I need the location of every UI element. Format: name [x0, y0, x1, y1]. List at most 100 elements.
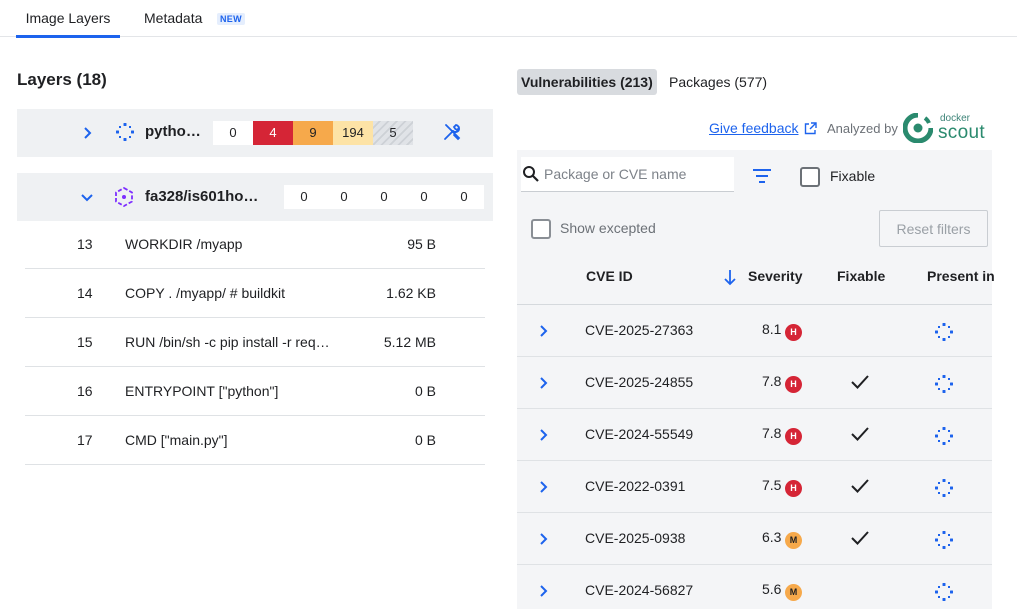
- count-high: 0: [364, 185, 404, 209]
- chevron-right-icon[interactable]: [535, 323, 551, 339]
- count-critical: 0: [324, 185, 364, 209]
- layer-row[interactable]: 15 RUN /bin/sh -c pip install -r req… 5.…: [25, 318, 485, 367]
- severity-badge: H: [785, 324, 802, 341]
- severity-badge: H: [785, 428, 802, 445]
- image-layers-icon[interactable]: [933, 321, 955, 343]
- severity-badge: M: [785, 532, 802, 549]
- cve-id: CVE-2025-27363: [585, 322, 694, 338]
- image-layers-icon[interactable]: [933, 373, 955, 395]
- check-icon: [851, 375, 869, 389]
- vulnerability-row[interactable]: CVE-2025-0938 6.3 M: [517, 513, 992, 565]
- reset-filters-button[interactable]: Reset filters: [879, 210, 988, 247]
- image-row-base[interactable]: fa328/is601ho… 0 0 0 0 0: [17, 173, 493, 221]
- layers-title: Layers (18): [17, 70, 107, 89]
- search-input[interactable]: [544, 160, 730, 188]
- count-medium: 194: [333, 121, 373, 145]
- layer-size: 95 B: [407, 236, 436, 252]
- image-layers-icon[interactable]: [933, 425, 955, 447]
- check-icon: [851, 427, 869, 441]
- cvss-score: 6.3: [762, 529, 782, 545]
- chevron-right-icon[interactable]: [535, 583, 551, 599]
- search-icon: [523, 166, 539, 182]
- docker-scout-logo-icon: [903, 113, 933, 143]
- tools-icon[interactable]: [442, 122, 462, 142]
- chevron-right-icon[interactable]: [79, 125, 95, 141]
- layer-command: WORKDIR /myapp: [125, 236, 243, 252]
- cvss-score: 8.1: [762, 321, 782, 337]
- layer-table: 13 WORKDIR /myapp 95 B 14 COPY . /myapp/…: [25, 220, 485, 465]
- count-high: 9: [293, 121, 333, 145]
- severity-badge: M: [785, 584, 802, 601]
- external-link-icon[interactable]: [804, 122, 817, 135]
- tab-image-layers[interactable]: Image Layers: [16, 0, 120, 38]
- count-medium: 0: [404, 185, 444, 209]
- cve-id: CVE-2024-56827: [585, 582, 694, 598]
- cve-id: CVE-2025-24855: [585, 374, 694, 390]
- column-header-fixable[interactable]: Fixable: [837, 268, 885, 284]
- layer-number: 14: [77, 285, 93, 301]
- layer-row[interactable]: 13 WORKDIR /myapp 95 B: [25, 220, 485, 269]
- tab-packages[interactable]: Packages (577): [669, 74, 767, 90]
- image-layers-icon[interactable]: [933, 477, 955, 499]
- give-feedback-link[interactable]: Give feedback: [709, 120, 799, 136]
- layer-size: 1.62 KB: [386, 285, 436, 301]
- chevron-right-icon[interactable]: [535, 479, 551, 495]
- count-unspecified: 0: [213, 121, 253, 145]
- show-excepted-checkbox[interactable]: [531, 219, 551, 239]
- cve-id: CVE-2024-55549: [585, 426, 694, 442]
- check-icon: [851, 479, 869, 493]
- tab-vulnerabilities[interactable]: Vulnerabilities (213): [517, 69, 657, 95]
- chevron-right-icon[interactable]: [535, 375, 551, 391]
- column-header-severity[interactable]: Severity: [748, 268, 802, 284]
- chevron-right-icon[interactable]: [535, 427, 551, 443]
- fixable-checkbox[interactable]: [800, 167, 820, 187]
- image-name: pytho…: [145, 123, 201, 140]
- count-low: 0: [444, 185, 484, 209]
- layer-row[interactable]: 14 COPY . /myapp/ # buildkit 1.62 KB: [25, 269, 485, 318]
- vulnerability-row[interactable]: CVE-2025-24855 7.8 H: [517, 357, 992, 409]
- count-low: 5: [373, 121, 413, 145]
- check-icon: [851, 531, 869, 545]
- layer-row[interactable]: 16 ENTRYPOINT ["python"] 0 B: [25, 367, 485, 416]
- cve-id: CVE-2022-0391: [585, 478, 686, 494]
- layer-row[interactable]: 17 CMD ["main.py"] 0 B: [25, 416, 485, 465]
- layer-number: 17: [77, 432, 93, 448]
- chevron-right-icon[interactable]: [535, 531, 551, 547]
- new-badge: NEW: [217, 13, 245, 25]
- analyzed-by-label: Analyzed by: [827, 121, 898, 136]
- vulnerability-row[interactable]: CVE-2022-0391 7.5 H: [517, 461, 992, 513]
- layer-number: 16: [77, 383, 93, 399]
- vulnerability-row[interactable]: CVE-2024-56827 5.6 M: [517, 565, 992, 609]
- layer-size: 0 B: [414, 432, 436, 448]
- image-layers-icon[interactable]: [933, 529, 955, 551]
- chevron-down-icon[interactable]: [79, 189, 95, 205]
- cvss-score: 5.6: [762, 581, 782, 597]
- column-header-present-in[interactable]: Present in: [927, 268, 995, 284]
- vulnerability-row[interactable]: CVE-2025-27363 8.1 H: [517, 305, 992, 357]
- column-header-cve-id[interactable]: CVE ID: [586, 268, 633, 284]
- layer-command: CMD ["main.py"]: [125, 432, 228, 448]
- layer-command: RUN /bin/sh -c pip install -r req…: [125, 334, 330, 350]
- sort-descending-icon[interactable]: [722, 268, 738, 286]
- layer-command: ENTRYPOINT ["python"]: [125, 383, 279, 399]
- severity-badge: H: [785, 480, 802, 497]
- vulnerability-counts: 0 0 0 0 0: [284, 185, 484, 209]
- cvss-score: 7.8: [762, 425, 782, 441]
- image-layers-icon[interactable]: [933, 581, 955, 603]
- cvss-score: 7.5: [762, 477, 782, 493]
- vulnerability-counts: 0 4 9 194 5: [213, 121, 413, 145]
- layer-number: 15: [77, 334, 93, 350]
- layer-number: 13: [77, 236, 93, 252]
- top-tab-bar: Image Layers Metadata NEW: [0, 0, 1017, 38]
- image-row-python[interactable]: pytho… 0 4 9 194 5: [17, 109, 493, 157]
- image-hexagon-icon: [115, 186, 133, 208]
- vulnerability-row[interactable]: CVE-2024-55549 7.8 H: [517, 409, 992, 461]
- tab-metadata[interactable]: Metadata: [144, 0, 202, 37]
- count-unspecified: 0: [284, 185, 324, 209]
- count-critical: 4: [253, 121, 293, 145]
- cvss-score: 7.8: [762, 373, 782, 389]
- fixable-label: Fixable: [830, 168, 876, 184]
- image-name: fa328/is601ho…: [145, 188, 259, 205]
- layer-size: 5.12 MB: [383, 334, 436, 350]
- filter-icon[interactable]: [751, 167, 773, 185]
